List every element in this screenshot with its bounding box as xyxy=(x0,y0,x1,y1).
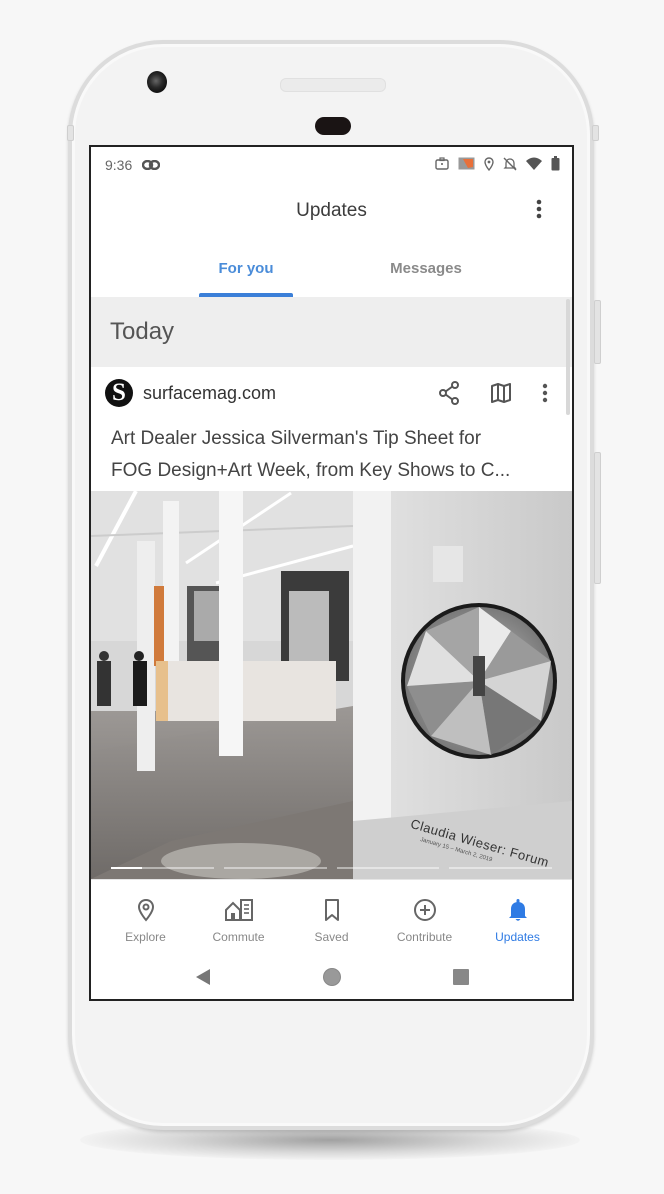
card-hero-image[interactable]: Claudia Wieser: Forum January 15 – March… xyxy=(91,491,572,879)
status-time: 9:36 xyxy=(105,157,133,173)
slide-indicator xyxy=(111,867,214,869)
wifi-icon xyxy=(526,157,542,173)
add-circle-icon xyxy=(413,898,437,927)
feed-card[interactable]: S surfacemag.com Art Dealer Jessica Silv… xyxy=(91,367,572,879)
source-logo: S xyxy=(105,379,133,407)
nav-label: Commute xyxy=(212,930,265,944)
home-button[interactable] xyxy=(322,967,342,992)
nav-explore[interactable]: Explore xyxy=(106,898,186,944)
tab-bar: For you Messages xyxy=(91,239,572,297)
notifications-off-icon xyxy=(503,157,517,174)
power-button xyxy=(594,300,601,364)
commute-icon xyxy=(224,898,254,927)
cast-icon xyxy=(458,157,475,173)
section-header-today: Today xyxy=(91,297,572,367)
recents-button[interactable] xyxy=(452,968,470,991)
nav-updates[interactable]: Updates xyxy=(478,898,558,944)
headline-line-1: Art Dealer Jessica Silverman's Tip Sheet… xyxy=(111,428,482,449)
tab-messages[interactable]: Messages xyxy=(373,239,479,297)
phone-screen: 9:36 Updates For you Messages Today S su… xyxy=(89,145,574,1001)
card-header: S surfacemag.com xyxy=(91,367,572,419)
map-icon[interactable] xyxy=(490,382,512,409)
more-vert-icon[interactable] xyxy=(536,199,542,224)
bottom-navigation: Explore Commute Saved Contribute Updates xyxy=(91,888,572,954)
status-bar: 9:36 xyxy=(91,147,572,183)
phone-side-button xyxy=(592,125,599,141)
slide-progress-fill xyxy=(111,867,142,869)
battery-icon xyxy=(551,156,560,174)
nav-divider xyxy=(91,879,572,888)
nav-label: Saved xyxy=(314,930,349,944)
earpiece-speaker xyxy=(280,78,386,92)
slide-indicator xyxy=(336,867,440,869)
page-title: Updates xyxy=(296,200,367,221)
nav-label: Contribute xyxy=(396,930,453,944)
bell-icon xyxy=(507,898,529,927)
nav-contribute[interactable]: Contribute xyxy=(385,898,465,944)
headline-line-2: FOG Design+Art Week, from Key Shows to C… xyxy=(111,460,511,481)
front-camera xyxy=(147,71,167,93)
link-icon xyxy=(142,157,161,173)
system-navigation xyxy=(91,954,572,999)
nav-saved[interactable]: Saved xyxy=(292,898,372,944)
card-headline[interactable]: Art Dealer Jessica Silverman's Tip Sheet… xyxy=(91,419,572,491)
briefcase-icon xyxy=(435,157,449,173)
app-bar: Updates xyxy=(91,183,572,239)
gallery-photo xyxy=(91,491,572,879)
location-icon xyxy=(484,156,494,174)
nav-commute[interactable]: Commute xyxy=(199,898,279,944)
source-name[interactable]: surfacemag.com xyxy=(143,383,276,404)
nav-label: Explore xyxy=(125,930,166,944)
slide-indicator xyxy=(449,867,552,869)
volume-button xyxy=(594,452,601,584)
back-button[interactable] xyxy=(194,968,212,991)
nav-label: Updates xyxy=(495,930,540,944)
slideshow-progress xyxy=(111,867,552,869)
phone-side-button xyxy=(67,125,74,141)
location-pin-icon xyxy=(136,898,156,927)
feed-scrollbar[interactable] xyxy=(566,299,570,415)
slide-indicator xyxy=(223,867,327,869)
tab-for-you[interactable]: For you xyxy=(199,239,293,297)
share-icon[interactable] xyxy=(438,381,460,410)
more-vert-icon[interactable] xyxy=(542,383,548,408)
bookmark-icon xyxy=(323,898,341,927)
proximity-sensor xyxy=(315,117,351,135)
